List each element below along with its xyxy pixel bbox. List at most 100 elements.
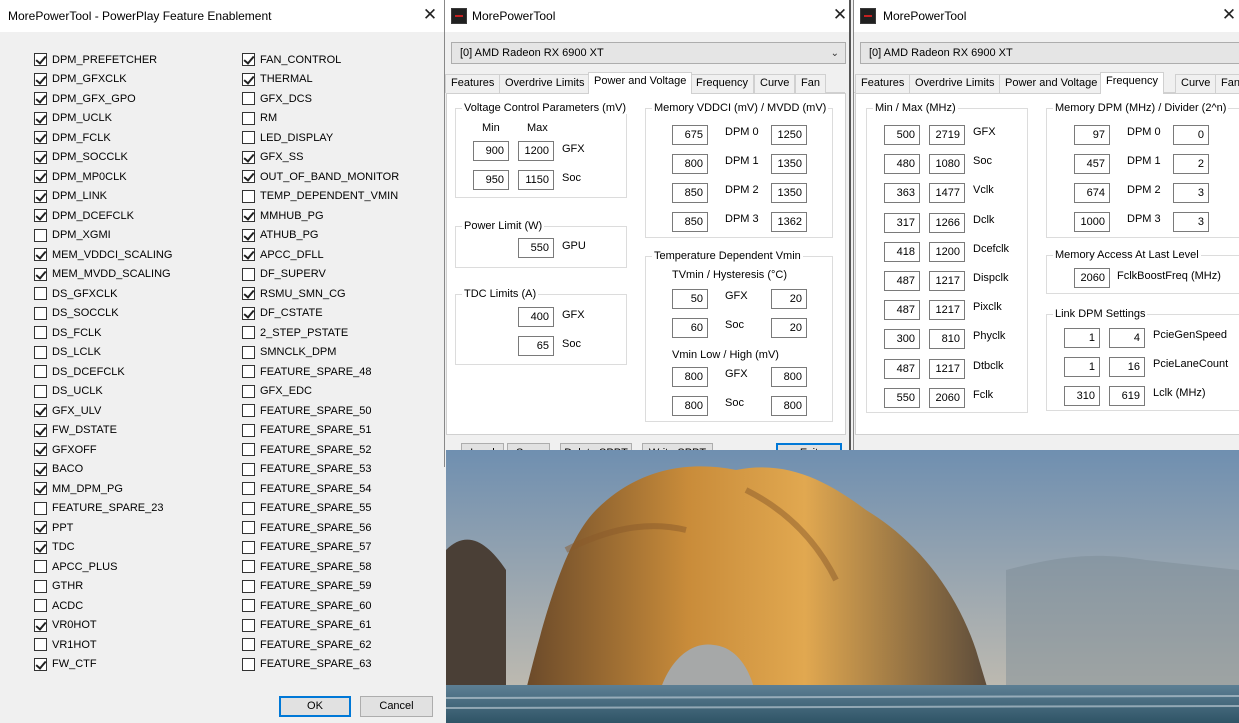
link-a-field[interactable]: 1 — [1064, 328, 1100, 348]
feature-checkbox[interactable]: DPM_LINK — [34, 189, 107, 204]
feature-checkbox[interactable]: GFX_ULV — [34, 403, 101, 418]
gpu-power-field[interactable]: 550 — [518, 238, 554, 258]
feature-checkbox[interactable]: FEATURE_SPARE_55 — [242, 501, 371, 516]
mem-dpm-mhz-field[interactable]: 97 — [1074, 125, 1110, 145]
feature-checkbox[interactable]: TDC — [34, 540, 75, 555]
checkbox-unchecked-icon[interactable] — [34, 287, 47, 300]
checkbox-checked-icon[interactable] — [242, 170, 255, 183]
checkbox-checked-icon[interactable] — [242, 228, 255, 242]
mem-dpm-mhz-field[interactable]: 457 — [1074, 154, 1110, 174]
checkbox-unchecked-icon[interactable] — [242, 443, 255, 456]
feature-checkbox[interactable]: FEATURE_SPARE_23 — [34, 501, 163, 516]
checkbox-unchecked-icon[interactable] — [242, 384, 255, 398]
link-b-field[interactable]: 4 — [1109, 328, 1145, 348]
checkbox-checked-icon[interactable] — [242, 306, 255, 320]
feature-checkbox[interactable]: DS_GFXCLK — [34, 286, 117, 301]
vgfx-high-field[interactable]: 800 — [771, 367, 807, 387]
checkbox-checked-icon[interactable] — [34, 131, 47, 144]
checkbox-unchecked-icon[interactable] — [34, 579, 47, 593]
tab-frequency[interactable]: Frequency — [1100, 72, 1164, 94]
feature-checkbox[interactable]: ACDC — [34, 598, 83, 613]
checkbox-unchecked-icon[interactable] — [242, 482, 255, 495]
checkbox-unchecked-icon[interactable] — [242, 501, 255, 515]
mem-dpm-divider-field[interactable]: 3 — [1173, 212, 1209, 232]
feature-checkbox[interactable]: FEATURE_SPARE_59 — [242, 579, 371, 594]
feature-checkbox[interactable]: GFX_SS — [242, 150, 303, 165]
vsoc-low-field[interactable]: 800 — [672, 396, 708, 416]
feature-checkbox[interactable]: FAN_CONTROL — [242, 52, 341, 67]
max-freq-field[interactable]: 1200 — [929, 241, 965, 262]
checkbox-unchecked-icon[interactable] — [242, 345, 255, 359]
checkbox-unchecked-icon[interactable] — [242, 131, 255, 144]
tab-curve[interactable]: Curve — [1175, 74, 1217, 93]
min-freq-field[interactable]: 487 — [884, 300, 920, 321]
checkbox-checked-icon[interactable] — [34, 423, 47, 437]
feature-checkbox[interactable]: FEATURE_SPARE_60 — [242, 598, 371, 613]
feature-checkbox[interactable]: DPM_UCLK — [34, 111, 112, 126]
mvdd-field[interactable]: 1250 — [771, 125, 807, 145]
feature-checkbox[interactable]: SMNCLK_DPM — [242, 345, 336, 360]
vddci-field[interactable]: 800 — [672, 154, 708, 174]
feature-checkbox[interactable]: DS_LCLK — [34, 345, 101, 360]
feature-checkbox[interactable]: THERMAL — [242, 72, 313, 87]
feature-checkbox[interactable]: FEATURE_SPARE_62 — [242, 637, 371, 652]
feature-checkbox[interactable]: GTHR — [34, 579, 83, 594]
checkbox-unchecked-icon[interactable] — [242, 579, 255, 593]
checkbox-unchecked-icon[interactable] — [34, 306, 47, 320]
tab-fan[interactable]: Fan — [1215, 74, 1239, 93]
feature-checkbox[interactable]: FEATURE_SPARE_56 — [242, 520, 371, 535]
feature-checkbox[interactable]: DF_SUPERV — [242, 267, 326, 282]
checkbox-checked-icon[interactable] — [34, 618, 47, 632]
checkbox-checked-icon[interactable] — [34, 404, 47, 417]
feature-checkbox[interactable]: DPM_DCEFCLK — [34, 208, 134, 223]
min-freq-field[interactable]: 300 — [884, 329, 920, 350]
vgfx-low-field[interactable]: 800 — [672, 367, 708, 387]
feature-checkbox[interactable]: DS_FCLK — [34, 325, 102, 340]
feature-checkbox[interactable]: OUT_OF_BAND_MONITOR — [242, 169, 399, 184]
close-icon[interactable]: ✕ — [419, 4, 441, 26]
ok-button[interactable]: OK — [279, 696, 351, 717]
feature-checkbox[interactable]: DPM_GFXCLK — [34, 72, 127, 87]
cancel-button[interactable]: Cancel — [360, 696, 433, 717]
max-freq-field[interactable]: 1217 — [929, 271, 965, 291]
checkbox-unchecked-icon[interactable] — [242, 267, 255, 281]
close-icon[interactable]: ✕ — [1218, 4, 1239, 26]
checkbox-unchecked-icon[interactable] — [34, 560, 47, 573]
max-freq-field[interactable]: 2719 — [929, 125, 965, 145]
checkbox-checked-icon[interactable] — [34, 521, 47, 534]
checkbox-unchecked-icon[interactable] — [242, 638, 255, 651]
checkbox-checked-icon[interactable] — [242, 209, 255, 222]
tab-frequency[interactable]: Frequency — [690, 74, 754, 93]
feature-checkbox[interactable]: MEM_VDDCI_SCALING — [34, 247, 172, 262]
checkbox-checked-icon[interactable] — [34, 53, 47, 66]
max-freq-field[interactable]: 810 — [929, 329, 965, 350]
vddci-field[interactable]: 850 — [672, 183, 708, 203]
max-freq-field[interactable]: 1266 — [929, 212, 965, 233]
checkbox-checked-icon[interactable] — [34, 248, 47, 261]
checkbox-checked-icon[interactable] — [34, 267, 47, 281]
feature-checkbox[interactable]: BACO — [34, 462, 83, 477]
feature-checkbox[interactable]: FEATURE_SPARE_57 — [242, 540, 371, 555]
min-freq-field[interactable]: 418 — [884, 241, 920, 262]
feature-checkbox[interactable]: APCC_DFLL — [242, 247, 324, 262]
checkbox-checked-icon[interactable] — [34, 443, 47, 456]
checkbox-checked-icon[interactable] — [242, 53, 255, 66]
checkbox-checked-icon[interactable] — [34, 92, 47, 105]
feature-checkbox[interactable]: FEATURE_SPARE_51 — [242, 423, 371, 438]
tab-overdrive-limits[interactable]: Overdrive Limits — [909, 74, 1001, 93]
soc-max-field[interactable]: 1150 — [518, 170, 554, 190]
feature-checkbox[interactable]: DPM_GFX_GPO — [34, 91, 136, 106]
mem-dpm-divider-field[interactable]: 0 — [1173, 125, 1209, 145]
mem-dpm-divider-field[interactable]: 3 — [1173, 183, 1209, 203]
vddci-field[interactable]: 850 — [672, 212, 708, 232]
fclk-boost-field[interactable]: 2060 — [1074, 268, 1110, 288]
gfx-tvmin-field[interactable]: 50 — [672, 289, 708, 309]
checkbox-unchecked-icon[interactable] — [242, 521, 255, 534]
link-a-field[interactable]: 1 — [1064, 357, 1100, 377]
feature-checkbox[interactable]: FEATURE_SPARE_52 — [242, 442, 371, 457]
feature-checkbox[interactable]: PPT — [34, 520, 73, 535]
checkbox-checked-icon[interactable] — [242, 287, 255, 300]
feature-checkbox[interactable]: FEATURE_SPARE_53 — [242, 462, 371, 477]
checkbox-unchecked-icon[interactable] — [242, 326, 255, 339]
feature-checkbox[interactable]: GFX_EDC — [242, 384, 312, 399]
